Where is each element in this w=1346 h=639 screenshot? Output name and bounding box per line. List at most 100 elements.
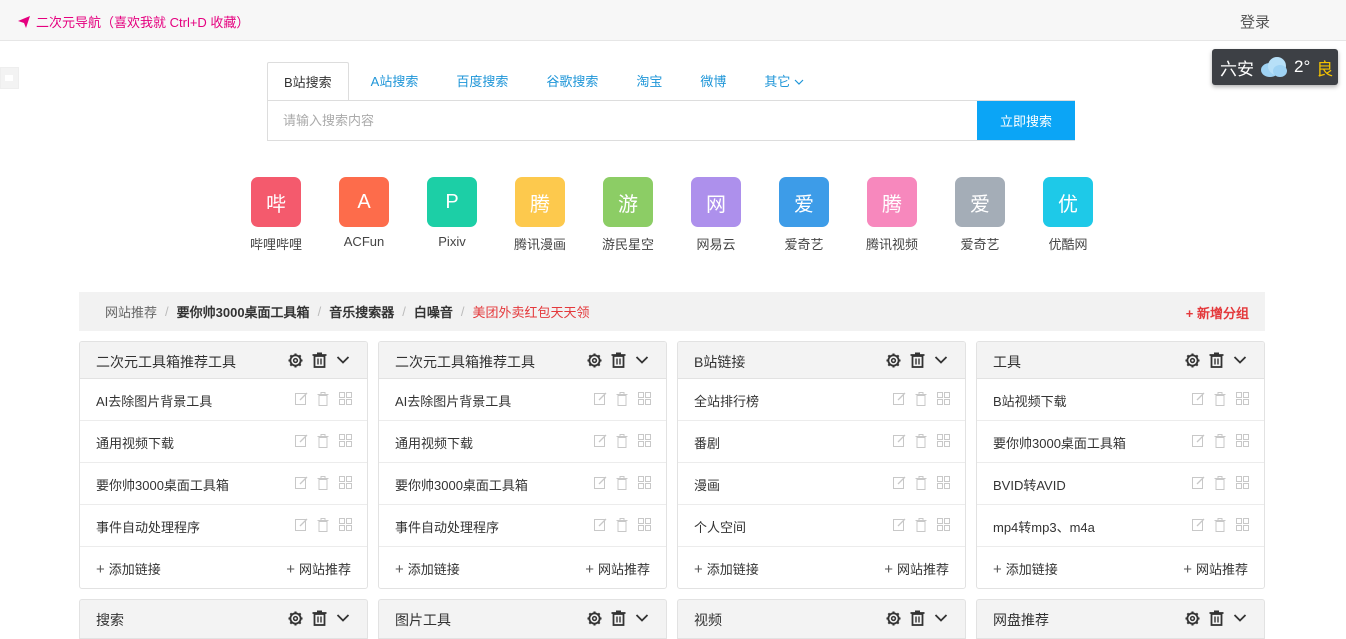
chevron-down-icon[interactable] <box>634 610 650 626</box>
trash-icon[interactable] <box>1208 352 1224 368</box>
qrcode-icon[interactable] <box>937 518 951 532</box>
recommend-site-button[interactable]: + 网站推荐 <box>286 559 351 578</box>
trash-icon[interactable] <box>610 610 626 626</box>
gear-icon[interactable] <box>287 352 303 368</box>
trash-icon[interactable] <box>1208 610 1224 626</box>
qrcode-icon[interactable] <box>339 518 353 532</box>
login-button[interactable]: 登录 <box>1240 11 1270 32</box>
gear-icon[interactable] <box>885 352 901 368</box>
link-label[interactable]: 要你帅3000桌面工具箱 <box>395 475 528 494</box>
trash-icon[interactable] <box>317 476 331 490</box>
link-label[interactable]: 事件自动处理程序 <box>395 517 499 536</box>
add-link-button[interactable]: + 添加链接 <box>694 559 759 578</box>
trash-icon[interactable] <box>311 352 327 368</box>
tab-acfun-search[interactable]: A站搜索 <box>355 62 435 101</box>
link-label[interactable]: 番剧 <box>694 433 720 452</box>
link-label[interactable]: 要你帅3000桌面工具箱 <box>96 475 229 494</box>
edit-icon[interactable] <box>1192 392 1206 406</box>
edit-icon[interactable] <box>594 518 608 532</box>
chevron-down-icon[interactable] <box>634 352 650 368</box>
link-label[interactable]: 通用视频下载 <box>395 433 473 452</box>
chevron-down-icon[interactable] <box>1232 610 1248 626</box>
qrcode-icon[interactable] <box>937 392 951 406</box>
link-label[interactable]: 个人空间 <box>694 517 746 536</box>
quick-link[interactable]: 腾 腾讯漫画 <box>496 177 584 253</box>
gear-icon[interactable] <box>586 352 602 368</box>
trash-icon[interactable] <box>1214 476 1228 490</box>
qrcode-icon[interactable] <box>638 518 652 532</box>
trash-icon[interactable] <box>915 518 929 532</box>
tab-bilibili-search[interactable]: B站搜索 <box>267 62 349 101</box>
link-label[interactable]: BVID转AVID <box>993 475 1066 494</box>
qrcode-icon[interactable] <box>638 392 652 406</box>
qrcode-icon[interactable] <box>937 476 951 490</box>
edit-icon[interactable] <box>295 518 309 532</box>
edit-icon[interactable] <box>1192 476 1206 490</box>
trash-icon[interactable] <box>616 476 630 490</box>
crumb-toolbox[interactable]: 要你帅3000桌面工具箱 <box>177 302 310 321</box>
trash-icon[interactable] <box>616 392 630 406</box>
trash-icon[interactable] <box>915 476 929 490</box>
qrcode-icon[interactable] <box>1236 434 1250 448</box>
link-label[interactable]: 全站排行榜 <box>694 391 759 410</box>
qrcode-icon[interactable] <box>937 434 951 448</box>
quick-link[interactable]: 爱 爱奇艺 <box>760 177 848 253</box>
trash-icon[interactable] <box>909 352 925 368</box>
crumb-music-search[interactable]: 音乐搜索器 <box>329 302 394 321</box>
edit-icon[interactable] <box>295 434 309 448</box>
site-title[interactable]: 二次元导航（喜欢我就 Ctrl+D 收藏） <box>18 12 249 31</box>
link-label[interactable]: mp4转mp3、m4a <box>993 517 1095 536</box>
edit-icon[interactable] <box>594 476 608 490</box>
search-button[interactable]: 立即搜索 <box>977 101 1075 140</box>
recommend-site-button[interactable]: + 网站推荐 <box>884 559 949 578</box>
qrcode-icon[interactable] <box>1236 518 1250 532</box>
trash-icon[interactable] <box>616 518 630 532</box>
edit-icon[interactable] <box>893 434 907 448</box>
trash-icon[interactable] <box>317 434 331 448</box>
quick-link[interactable]: 优 优酷网 <box>1024 177 1112 253</box>
chevron-down-icon[interactable] <box>933 352 949 368</box>
quick-link[interactable]: 腾 腾讯视频 <box>848 177 936 253</box>
link-label[interactable]: AI去除图片背景工具 <box>96 391 212 410</box>
trash-icon[interactable] <box>915 434 929 448</box>
qrcode-icon[interactable] <box>638 476 652 490</box>
tab-other[interactable]: 其它 <box>748 62 820 101</box>
tab-taobao[interactable]: 淘宝 <box>620 62 678 101</box>
qrcode-icon[interactable] <box>638 434 652 448</box>
gear-icon[interactable] <box>1184 352 1200 368</box>
edit-icon[interactable] <box>594 434 608 448</box>
tab-google-search[interactable]: 谷歌搜索 <box>530 62 614 101</box>
qrcode-icon[interactable] <box>1236 392 1250 406</box>
edit-icon[interactable] <box>1192 434 1206 448</box>
edit-icon[interactable] <box>893 392 907 406</box>
recommend-site-button[interactable]: + 网站推荐 <box>1183 559 1248 578</box>
side-toggle[interactable] <box>0 67 19 89</box>
trash-icon[interactable] <box>610 352 626 368</box>
qrcode-icon[interactable] <box>1236 476 1250 490</box>
tab-weibo[interactable]: 微博 <box>684 62 742 101</box>
edit-icon[interactable] <box>893 518 907 532</box>
link-label[interactable]: 漫画 <box>694 475 720 494</box>
edit-icon[interactable] <box>594 392 608 406</box>
crumb-site-recommend[interactable]: 网站推荐 <box>105 302 157 321</box>
gear-icon[interactable] <box>287 610 303 626</box>
chevron-down-icon[interactable] <box>933 610 949 626</box>
link-label[interactable]: AI去除图片背景工具 <box>395 391 511 410</box>
add-link-button[interactable]: + 添加链接 <box>395 559 460 578</box>
gear-icon[interactable] <box>885 610 901 626</box>
link-label[interactable]: B站视频下载 <box>993 391 1067 410</box>
gear-icon[interactable] <box>1184 610 1200 626</box>
chevron-down-icon[interactable] <box>335 352 351 368</box>
trash-icon[interactable] <box>909 610 925 626</box>
crumb-meituan[interactable]: 美团外卖红包天天领 <box>472 302 589 321</box>
tab-baidu-search[interactable]: 百度搜索 <box>440 62 524 101</box>
trash-icon[interactable] <box>1214 518 1228 532</box>
link-label[interactable]: 通用视频下载 <box>96 433 174 452</box>
trash-icon[interactable] <box>1214 434 1228 448</box>
trash-icon[interactable] <box>311 610 327 626</box>
link-label[interactable]: 要你帅3000桌面工具箱 <box>993 433 1126 452</box>
edit-icon[interactable] <box>295 392 309 406</box>
trash-icon[interactable] <box>616 434 630 448</box>
edit-icon[interactable] <box>1192 518 1206 532</box>
trash-icon[interactable] <box>317 392 331 406</box>
